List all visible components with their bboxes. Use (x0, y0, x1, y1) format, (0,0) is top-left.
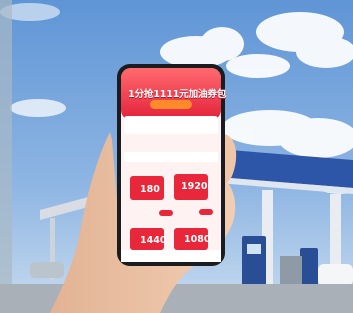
session-strip (124, 116, 218, 134)
distant-building (280, 256, 302, 286)
promo-photo: 1分抢1111元加油券包 180 1920 1440 1080 (0, 0, 353, 313)
coupon-amount: 1440 (140, 235, 167, 246)
fuel-pump (300, 248, 318, 286)
background-illustration (0, 0, 353, 313)
promo-button (150, 100, 192, 109)
coupon-amount: 1920 (181, 181, 208, 192)
left-edge-strip (0, 0, 12, 313)
tab-strip (124, 152, 218, 162)
promo-headline: 1分抢1111元加油券包 (128, 89, 227, 100)
white-car (318, 264, 353, 286)
fuel-pump-screen (247, 244, 261, 254)
bottom-nav (121, 250, 221, 262)
coupon-amount: 180 (140, 184, 160, 195)
coupon-button (199, 209, 213, 215)
fuel-pump (242, 236, 266, 286)
distant-car (30, 262, 64, 278)
coupon-button (159, 210, 173, 216)
coupon-amount: 1080 (184, 234, 211, 245)
